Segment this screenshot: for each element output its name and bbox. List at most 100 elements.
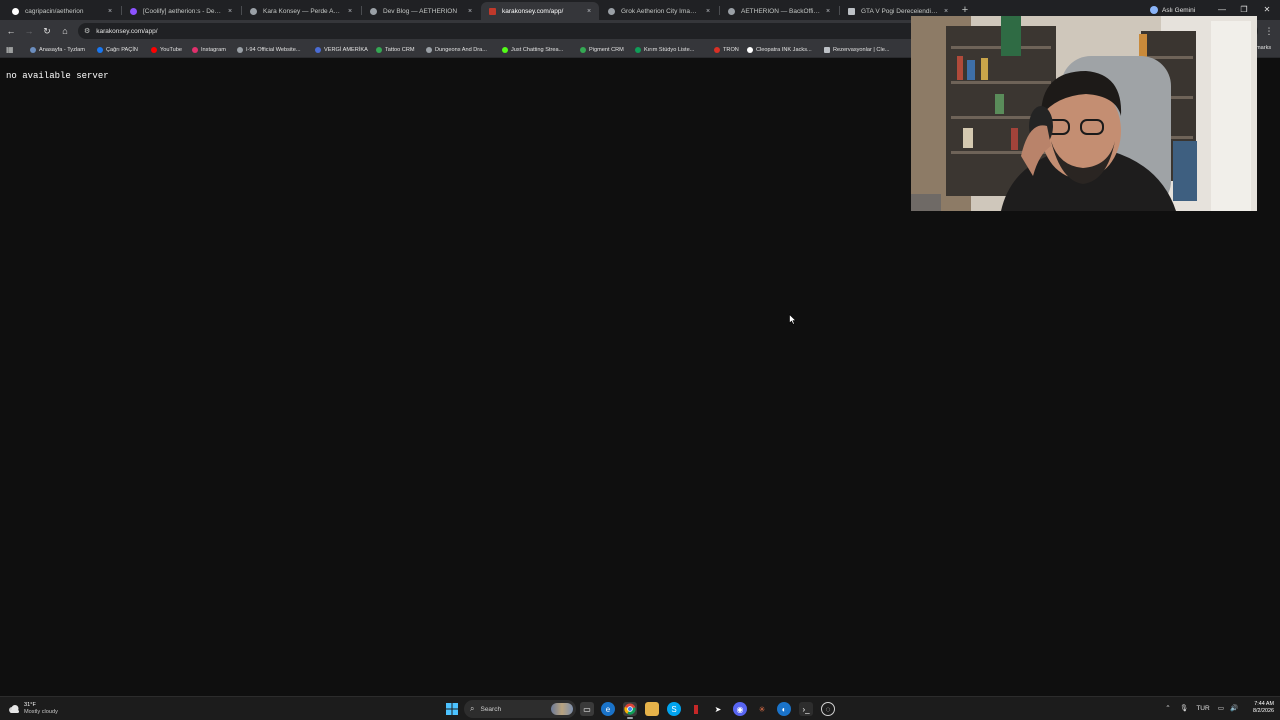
minimize-icon[interactable]: — — [1214, 3, 1230, 17]
close-icon[interactable]: × — [585, 8, 593, 15]
youtube-icon — [151, 47, 157, 53]
taskbar: 31°F Mostly cloudy ⌕ Search ▭ e S ➤ ◉ ✳ … — [0, 696, 1280, 720]
skype-icon[interactable]: S — [667, 702, 681, 716]
discord-icon[interactable]: ◉ — [733, 702, 747, 716]
tab-kara-konsey[interactable]: Kara Konsey — Perde Aralanıy × — [242, 2, 360, 20]
home-icon[interactable]: ⌂ — [58, 24, 72, 38]
bookmarks-more[interactable]: marks — [1256, 45, 1271, 51]
tab-karakonsey-app[interactable]: karakonsey.com/app/ × — [481, 2, 599, 20]
bookmark-item[interactable]: Pigment CRM — [580, 44, 624, 56]
edge-icon[interactable]: e — [601, 702, 615, 716]
close-icon[interactable]: × — [106, 8, 114, 15]
reload-icon[interactable]: ↻ — [40, 24, 54, 38]
close-icon[interactable]: × — [942, 8, 950, 15]
close-icon[interactable]: × — [226, 8, 234, 15]
tab-title: [Coolify] aetherion:s - Deploym — [143, 7, 222, 15]
instagram-icon — [192, 47, 198, 53]
globe-icon — [426, 47, 432, 53]
tab-dev-blog[interactable]: Dev Blog — AETHERION × — [362, 2, 480, 20]
microphone-icon[interactable]: 🎙 — [1178, 702, 1190, 716]
facebook-icon — [97, 47, 103, 53]
bookmark-item[interactable]: I-94 Official Website... — [237, 44, 301, 56]
bookmark-item[interactable]: Just Chatting Strea... — [502, 44, 563, 56]
bookmark-item[interactable]: Rezervasyonlar | Cle... — [824, 44, 889, 56]
red-app-icon[interactable] — [689, 702, 703, 716]
browser-app-icon[interactable]: ◐ — [777, 702, 791, 716]
bookmark-item[interactable]: Dungeons And Dra... — [426, 44, 487, 56]
page-icon — [824, 47, 830, 53]
taskbar-search[interactable]: ⌕ Search — [464, 700, 576, 718]
window-close-icon[interactable]: ✕ — [1259, 3, 1275, 17]
tab-title: cagripacin/aetherion — [25, 7, 84, 15]
bookmark-item[interactable]: Anasayfa - Tyzlam — [30, 44, 85, 56]
bookmark-item[interactable]: VERGİ AMERİKA — [315, 44, 368, 56]
forward-arrow-icon[interactable]: → — [22, 24, 36, 38]
menu-kebab-icon[interactable]: ⋮ — [1264, 24, 1274, 38]
bookmark-label: Just Chatting Strea... — [511, 47, 564, 53]
globe-icon — [370, 7, 377, 15]
bookmark-label: Kırım Stüdyo Liste... — [644, 47, 695, 53]
close-icon[interactable]: × — [346, 8, 354, 15]
bookmark-item[interactable]: TRON — [714, 44, 739, 56]
site-info-icon[interactable]: ⚙ — [84, 27, 90, 35]
mouse-cursor-icon — [789, 314, 797, 325]
bookmark-label: VERGİ AMERİKA — [324, 47, 368, 53]
tab-title: Dev Blog — AETHERION — [383, 7, 458, 15]
app-icon[interactable]: ◌ — [821, 702, 835, 716]
profile-icon — [1150, 6, 1158, 14]
volume-icon[interactable]: 🔊 — [1228, 702, 1240, 716]
kick-icon — [502, 47, 508, 53]
windows-start-icon[interactable] — [445, 702, 459, 716]
globe-icon — [237, 47, 243, 53]
close-icon[interactable]: × — [466, 8, 474, 15]
chrome-icon[interactable] — [623, 702, 637, 716]
bookmark-label: Pigment CRM — [589, 47, 624, 53]
bookmark-item[interactable]: Çağrı PAÇİN — [97, 44, 138, 56]
bookmark-icon — [315, 47, 321, 53]
webcam-overlay — [911, 16, 1257, 211]
back-arrow-icon[interactable]: ← — [4, 24, 18, 38]
page-icon — [848, 7, 855, 15]
bookmark-item[interactable]: Instagram — [192, 44, 226, 56]
bookmark-label: Anasayfa - Tyzlam — [39, 47, 85, 53]
input-language[interactable]: TUR — [1194, 702, 1212, 716]
bookmark-label: I-94 Official Website... — [246, 47, 301, 53]
globe-icon — [250, 7, 257, 15]
globe-icon — [728, 7, 735, 15]
bookmark-item[interactable]: Cleopatra INK Jacks... — [747, 44, 812, 56]
profile-button[interactable]: Aslı Gemini — [1150, 4, 1195, 16]
search-label: Search — [480, 705, 502, 713]
bookmark-label: Çağrı PAÇİN — [106, 47, 138, 53]
task-view-icon[interactable]: ▭ — [580, 702, 594, 716]
restore-icon[interactable]: ❐ — [1236, 3, 1252, 17]
bookmark-icon — [580, 47, 586, 53]
tray-chevron-up-icon[interactable]: ⌃ — [1162, 702, 1174, 716]
site-icon — [489, 7, 496, 15]
tab-grok[interactable]: Grok Aetherion City Image Pro × — [600, 2, 718, 20]
close-icon[interactable]: × — [824, 8, 832, 15]
tab-github[interactable]: cagripacin/aetherion × — [4, 2, 120, 20]
bookmark-item[interactable]: Kırım Stüdyo Liste... — [635, 44, 694, 56]
monitor-icon[interactable]: ▭ — [1215, 702, 1227, 716]
url-input[interactable] — [96, 27, 697, 35]
terminal-icon[interactable]: ›_ — [799, 702, 813, 716]
file-explorer-icon[interactable] — [645, 702, 659, 716]
active-app-indicator — [627, 717, 633, 719]
error-message: no available server — [6, 71, 109, 81]
weather-widget[interactable]: 31°F Mostly cloudy — [8, 700, 58, 718]
taskbar-clock[interactable]: 7:44 AM 8/2/2026 — [1240, 701, 1274, 715]
bookmark-label: Cleopatra INK Jacks... — [756, 47, 812, 53]
claude-icon[interactable]: ✳ — [755, 702, 769, 716]
tab-coolify[interactable]: [Coolify] aetherion:s - Deploym × — [122, 2, 240, 20]
telegram-icon[interactable]: ➤ — [711, 702, 725, 716]
search-icon: ⌕ — [470, 704, 475, 713]
tab-backoffice[interactable]: AETHERION — BackOffice × — [720, 2, 838, 20]
bookmark-item[interactable]: YouTube — [151, 44, 182, 56]
tab-title: Grok Aetherion City Image Pro — [621, 7, 700, 15]
bookmark-item[interactable]: Tattoo CRM — [376, 44, 415, 56]
apps-grid-icon[interactable]: ▦ — [6, 45, 15, 54]
clock-time: 7:44 AM — [1254, 701, 1274, 707]
weather-description: Mostly cloudy — [24, 709, 58, 715]
new-tab-button[interactable]: + — [958, 3, 972, 17]
close-icon[interactable]: × — [704, 8, 712, 15]
